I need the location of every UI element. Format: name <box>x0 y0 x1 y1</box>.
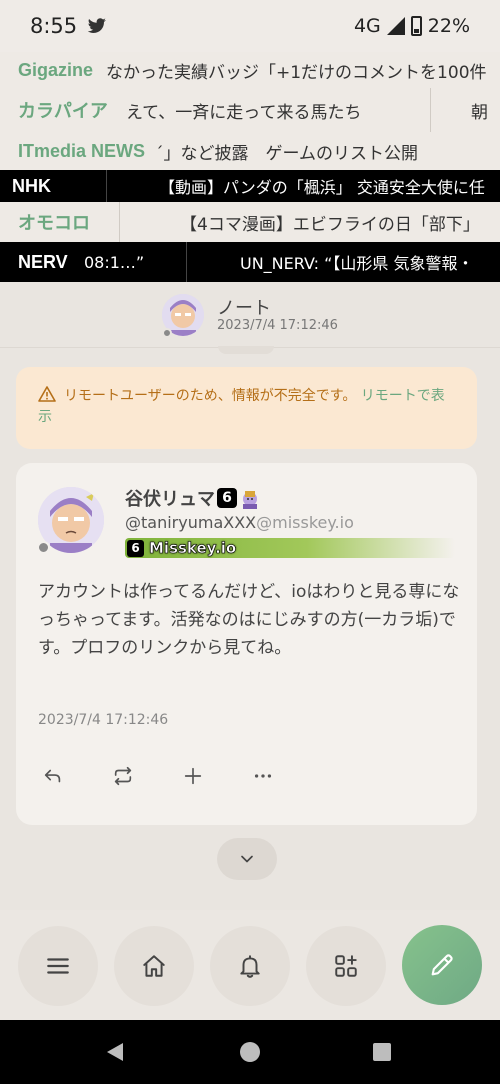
renote-button[interactable] <box>108 761 138 791</box>
menu-button[interactable] <box>18 926 98 1006</box>
misskey-six-emoji-icon: 6 <box>217 488 237 508</box>
reply-button[interactable] <box>38 761 68 791</box>
notifications-button[interactable] <box>210 926 290 1006</box>
reaction-button[interactable] <box>178 761 208 791</box>
instance-ticker[interactable]: 6 Misskey.io <box>125 538 455 558</box>
reply-icon <box>44 769 61 783</box>
online-status-dot <box>162 328 172 338</box>
note-actions <box>38 761 278 791</box>
user-handle[interactable]: @taniryumaXXX@misskey.io <box>125 513 354 532</box>
note-timestamp[interactable]: 2023/7/4 17:12:46 <box>38 712 168 728</box>
ticker-karapaia[interactable]: カラパイア えて、一斉に走って来る馬たち 朝 <box>0 88 500 132</box>
note-body-text: アカウントは作ってるんだけど、ioはわりと見る専になっちゃってます。活発なのはに… <box>38 582 460 658</box>
system-navigation-bar <box>0 1020 500 1084</box>
widgets-button[interactable] <box>306 926 386 1006</box>
widgets-icon <box>335 955 357 977</box>
warning-text: リモートユーザーのため、情報が不完全です。 <box>64 388 357 404</box>
note-card: 谷伏リュマ 6 @taniryumaXXX@misskey.io 6 Missk… <box>16 463 477 825</box>
misskey-instance-icon: 6 <box>127 539 144 557</box>
more-icon <box>254 774 272 778</box>
user-display-name[interactable]: 谷伏リュマ 6 <box>125 485 261 511</box>
ticker-text: 【4コマ漫画】エビフライの日「部下」 <box>180 214 480 235</box>
back-icon[interactable] <box>105 1042 125 1062</box>
ticker-source-name: オモコロ <box>18 213 90 233</box>
renote-icon <box>114 766 132 786</box>
ticker-text: 08:1…” <box>84 252 145 272</box>
menu-icon <box>47 958 69 974</box>
status-bar: 8:55 4G 22% <box>0 0 500 52</box>
home-circle-icon[interactable] <box>240 1042 260 1062</box>
ticker-itmedia[interactable]: ITmedia NEWS ´」など披露 ゲームのリスト公開 <box>0 132 500 170</box>
ticker-source-name: NERV <box>18 251 68 272</box>
instance-name: Misskey.io <box>149 539 237 558</box>
home-icon <box>143 955 165 977</box>
ticker-text: えて、一斉に走って来る馬たち <box>126 102 362 123</box>
page-subtitle-date: 2023/7/4 17:12:46 <box>217 318 338 333</box>
username-text: @taniryumaXXX <box>125 513 257 532</box>
battery-percent: 22% <box>427 15 470 37</box>
ticker-source-name: カラパイア <box>18 101 108 121</box>
ticker-text: ´」など披露 ゲームのリスト公開 <box>155 143 418 164</box>
user-host: @misskey.io <box>256 513 354 532</box>
ticker-text: 【動画】パンダの「楓浜」 交通安全大使に任 <box>159 178 485 197</box>
battery-icon <box>410 16 422 36</box>
compose-pencil-icon <box>431 954 453 976</box>
reaction-plus-icon <box>184 767 202 785</box>
expand-button[interactable] <box>217 838 277 880</box>
header-pull-tab[interactable] <box>218 346 274 354</box>
online-status-dot <box>37 541 50 554</box>
signal-icon <box>386 17 405 35</box>
more-button[interactable] <box>248 761 278 791</box>
bottom-navigation <box>0 910 500 1020</box>
page-title: ノート <box>217 298 271 319</box>
status-indicators: 4G 22% <box>354 15 470 37</box>
remote-user-warning: リモートユーザーのため、情報が不完全です。 リモートで表示 <box>16 367 477 449</box>
display-name-text: 谷伏リュマ <box>125 489 215 510</box>
recents-square-icon[interactable] <box>373 1043 391 1061</box>
ticker-gigazine[interactable]: Gigazine なかった実績バッジ「+1だけのコメントを100件 <box>0 52 500 88</box>
ticker-omocoro[interactable]: オモコロ 【4コマ漫画】エビフライの日「部下」 <box>0 202 500 242</box>
twitter-bird-icon <box>87 18 106 33</box>
page-header: ノート 2023/7/4 17:12:46 <box>0 282 500 348</box>
ticker-source-name: ITmedia NEWS <box>18 140 146 161</box>
network-type: 4G <box>353 15 381 37</box>
ticker-text: UN_NERV: “【山形県 気象警報・ <box>240 254 474 273</box>
ticker-source-name: Gigazine <box>18 59 94 80</box>
ticker-text: 朝 <box>471 102 488 123</box>
compose-note-button[interactable] <box>402 925 482 1005</box>
status-time: 8:55 <box>30 14 78 38</box>
warning-icon <box>38 386 56 402</box>
bell-icon <box>240 955 260 978</box>
ticker-source-name: NHK <box>12 175 51 196</box>
chevron-down-icon <box>241 855 253 863</box>
ticker-nerv[interactable]: NERV 08:1…” UN_NERV: “【山形県 気象警報・ <box>0 242 500 282</box>
home-button[interactable] <box>114 926 194 1006</box>
ticker-nhk[interactable]: NHK 【動画】パンダの「楓浜」 交通安全大使に任 <box>0 170 500 202</box>
character-emoji-icon <box>243 491 257 509</box>
ticker-text: なかった実績バッジ「+1だけのコメントを100件 <box>106 62 487 83</box>
